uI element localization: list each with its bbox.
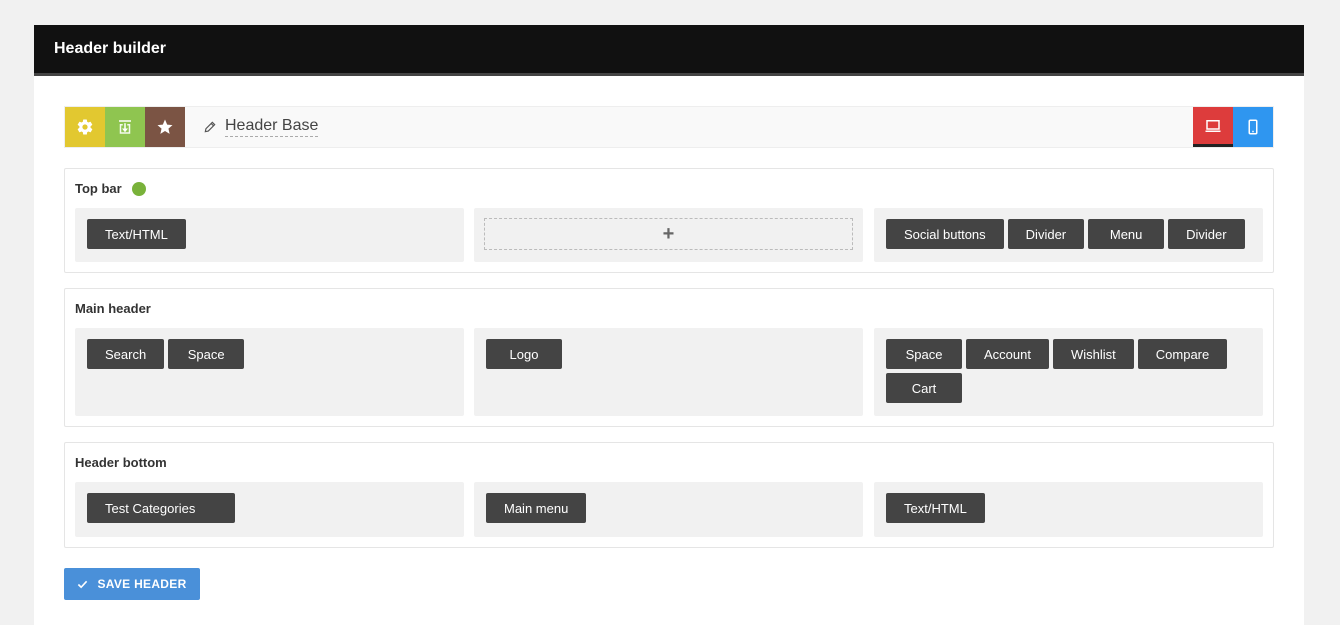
row-status-dot[interactable] — [131, 181, 146, 196]
element-wishlist[interactable]: Wishlist — [1052, 339, 1134, 369]
header-toolbar: Header Base — [64, 106, 1274, 148]
element-divider[interactable]: Divider — [1007, 219, 1085, 249]
column-center: Logo — [474, 328, 863, 416]
favorite-button[interactable] — [145, 107, 185, 147]
column-left: Search Space — [75, 328, 464, 416]
column-left: Test Categories — [75, 482, 464, 537]
panel-header: Header builder — [34, 25, 1304, 76]
pencil-icon — [204, 121, 216, 133]
element-menu[interactable]: Menu — [1088, 219, 1165, 249]
plus-icon: + — [662, 223, 675, 245]
mobile-icon — [1248, 119, 1258, 135]
check-icon — [78, 580, 88, 588]
row-label: Header bottom — [75, 455, 167, 470]
import-button[interactable] — [105, 107, 145, 147]
add-element-slot[interactable]: + — [484, 218, 853, 250]
row-label: Top bar — [75, 181, 122, 196]
element-text-html[interactable]: Text/HTML — [886, 493, 985, 523]
row-main-header: Main header Search Space Logo Space Acco… — [64, 288, 1274, 427]
element-main-menu[interactable]: Main menu — [486, 493, 587, 523]
mobile-view-button[interactable] — [1233, 107, 1273, 147]
element-logo[interactable]: Logo — [486, 339, 562, 369]
star-icon — [157, 119, 173, 134]
desktop-view-button[interactable] — [1193, 107, 1233, 147]
element-divider[interactable]: Divider — [1168, 219, 1245, 249]
settings-button[interactable] — [65, 107, 105, 147]
element-space[interactable]: Space — [168, 339, 245, 369]
row-label: Main header — [75, 301, 151, 316]
column-right: Social buttons Divider Menu Divider — [874, 208, 1263, 262]
element-text-html[interactable]: Text/HTML — [87, 219, 186, 249]
column-center: Main menu — [474, 482, 863, 537]
element-cart[interactable]: Cart — [886, 373, 962, 403]
import-icon — [119, 120, 131, 134]
element-space[interactable]: Space — [886, 339, 962, 369]
column-left: Text/HTML — [75, 208, 464, 262]
panel-title: Header builder — [54, 40, 167, 57]
save-header-button[interactable]: SAVE HEADER — [64, 568, 200, 600]
row-top-bar: Top bar Text/HTML + Social buttons Divid… — [64, 168, 1274, 273]
element-account[interactable]: Account — [966, 339, 1049, 369]
element-search[interactable]: Search — [87, 339, 165, 369]
column-center: + — [474, 208, 863, 262]
header-name[interactable]: Header Base — [225, 117, 319, 137]
gear-icon — [77, 119, 93, 135]
column-right: Text/HTML — [874, 482, 1263, 537]
element-social-buttons[interactable]: Social buttons — [886, 219, 1004, 249]
header-builder-panel: Header builder Header Base Top bar Text/… — [34, 25, 1304, 625]
header-name-area[interactable]: Header Base — [185, 107, 1193, 147]
save-button-label: SAVE HEADER — [97, 577, 187, 591]
column-right: Space Account Wishlist Compare Cart — [874, 328, 1263, 416]
element-compare[interactable]: Compare — [1137, 339, 1228, 369]
row-header-bottom: Header bottom Test Categories Main menu … — [64, 442, 1274, 548]
element-test-categories[interactable]: Test Categories — [87, 493, 235, 523]
desktop-icon — [1205, 119, 1221, 132]
